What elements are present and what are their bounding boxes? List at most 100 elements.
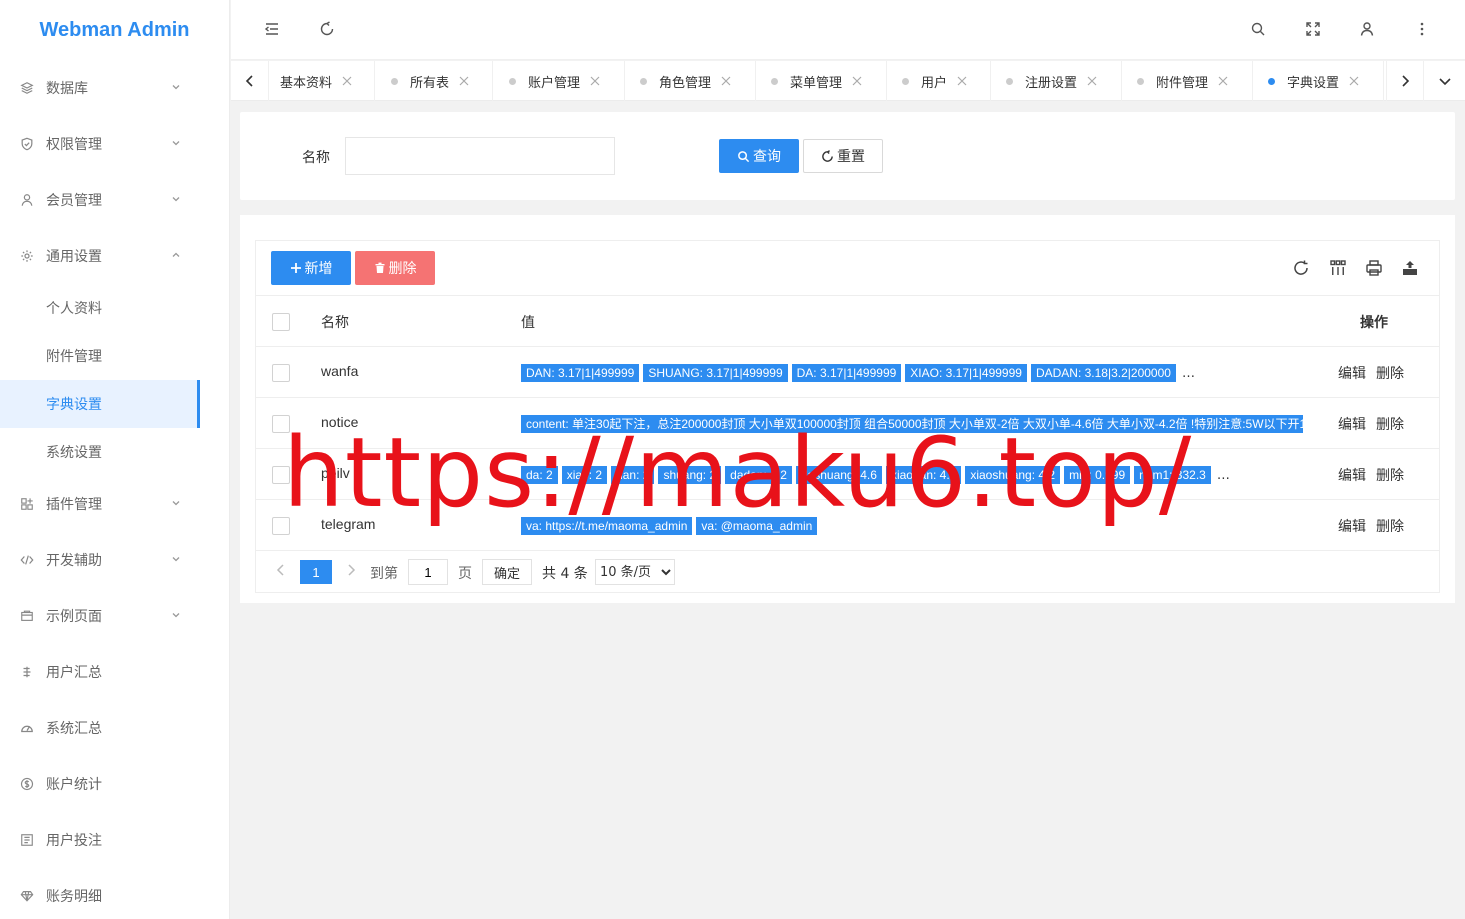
tab-scroll-right-icon[interactable] [1386, 61, 1424, 101]
sidebar-item-plugins[interactable]: 插件管理 [0, 476, 230, 532]
refresh-icon[interactable] [318, 20, 336, 38]
row-actions: 编辑 删除 [1338, 465, 1414, 485]
query-button[interactable]: 查询 [719, 139, 799, 173]
close-icon[interactable] [590, 76, 600, 86]
sidebar-item-database[interactable]: 数据库 [0, 60, 230, 116]
sidebar-item-label: 数据库 [46, 81, 88, 97]
batch-delete-button-label: 删除 [388, 261, 417, 277]
sidebar-item-label: 用户汇总 [46, 665, 102, 681]
name-label: 名称 [302, 150, 330, 166]
edit-link[interactable]: 编辑 [1338, 417, 1366, 433]
row-value: va: https://t.me/maoma_admin va: @maoma_… [521, 516, 1311, 536]
columns-icon[interactable] [1328, 258, 1348, 278]
chevron-down-icon [170, 609, 182, 621]
add-button[interactable]: 新增 [271, 251, 351, 285]
select-all-checkbox[interactable] [272, 313, 290, 331]
dollar-icon [20, 777, 34, 791]
delete-link[interactable]: 删除 [1376, 519, 1404, 535]
close-icon[interactable] [1349, 76, 1359, 86]
data-table-card: 新增 删除 名称 值 操作 wanfa DAN: 3.17|1|499999 S… [240, 215, 1455, 603]
tab-registration-settings[interactable]: 注册设置 [991, 61, 1122, 101]
sidebar-item-label: 用户投注 [46, 833, 102, 849]
reset-button-label: 重置 [837, 149, 865, 165]
sidebar-item-label: 通用设置 [46, 249, 102, 265]
chevron-down-icon [170, 497, 182, 509]
refresh-icon [822, 149, 833, 162]
tab-basic-profile[interactable]: 基本资料 [269, 61, 375, 101]
sidebar-item-ledger[interactable]: 账务明细 [0, 868, 230, 919]
close-icon[interactable] [342, 76, 352, 86]
tab-scroll-left-icon[interactable] [231, 61, 269, 101]
menu-fold-icon[interactable] [263, 20, 281, 38]
tab-account-management[interactable]: 账户管理 [493, 61, 625, 101]
page-size-select[interactable]: 10 条/页 [595, 559, 675, 585]
sidebar-subitem-profile[interactable]: 个人资料 [0, 284, 200, 332]
search-icon[interactable] [1249, 20, 1267, 38]
edit-link[interactable]: 编辑 [1338, 366, 1366, 382]
goto-page-input[interactable] [408, 559, 448, 585]
close-icon[interactable] [459, 76, 469, 86]
table-header: 名称 值 操作 [256, 296, 1439, 347]
close-icon[interactable] [1087, 76, 1097, 86]
delete-link[interactable]: 删除 [1376, 468, 1404, 484]
table-toolbar: 新增 删除 [256, 241, 1439, 296]
sidebar-item-examples[interactable]: 示例页面 [0, 588, 230, 644]
sidebar-subitem-dictionary[interactable]: 字典设置 [0, 380, 200, 428]
row-checkbox[interactable] [272, 517, 290, 535]
export-icon[interactable] [1400, 258, 1420, 278]
close-icon[interactable] [852, 76, 862, 86]
close-icon[interactable] [957, 76, 967, 86]
app-logo[interactable]: Webman Admin [0, 0, 229, 60]
pagination: 1 到第 页 确定 共 4 条 10 条/页 [256, 551, 1439, 593]
sidebar-item-user-summary[interactable]: 用户汇总 [0, 644, 230, 700]
tab-dropdown-icon[interactable] [1426, 61, 1464, 101]
tab-menu-management[interactable]: 菜单管理 [756, 61, 887, 101]
sidebar-subitem-system-settings[interactable]: 系统设置 [0, 428, 200, 476]
query-button-label: 查询 [753, 149, 781, 165]
name-search-input[interactable] [345, 137, 615, 175]
sidebar-subitem-attachments[interactable]: 附件管理 [0, 332, 200, 380]
table-refresh-icon[interactable] [1291, 258, 1311, 278]
sidebar-item-permissions[interactable]: 权限管理 [0, 116, 230, 172]
print-icon[interactable] [1364, 258, 1384, 278]
sidebar-subitem-label: 系统设置 [46, 445, 102, 461]
tab-attachment-management[interactable]: 附件管理 [1122, 61, 1253, 101]
value-tag: DADAN: 3.18|3.2|200000 [1030, 364, 1176, 382]
list-icon [20, 833, 34, 847]
edit-link[interactable]: 编辑 [1338, 468, 1366, 484]
reset-button[interactable]: 重置 [803, 139, 883, 173]
prev-page-icon[interactable] [274, 563, 288, 577]
close-icon[interactable] [721, 76, 731, 86]
sidebar-item-members[interactable]: 会员管理 [0, 172, 230, 228]
header-ops: 操作 [1360, 315, 1388, 331]
sidebar-item-dev-tools[interactable]: 开发辅助 [0, 532, 230, 588]
delete-link[interactable]: 删除 [1376, 366, 1404, 382]
goto-confirm-button[interactable]: 确定 [482, 559, 532, 585]
fullscreen-icon[interactable] [1304, 20, 1322, 38]
tab-users[interactable]: 用户 [887, 61, 991, 101]
delete-link[interactable]: 删除 [1376, 417, 1404, 433]
sidebar-item-general-settings[interactable]: 通用设置 [0, 228, 230, 284]
tab-dictionary-settings[interactable]: 字典设置 [1253, 61, 1384, 101]
trash-icon [375, 262, 384, 273]
row-checkbox[interactable] [272, 415, 290, 433]
batch-delete-button[interactable]: 删除 [355, 251, 435, 285]
tab-label: 角色管理 [659, 75, 712, 91]
row-name: telegram [321, 516, 376, 532]
current-page[interactable]: 1 [300, 560, 332, 584]
next-page-icon[interactable] [344, 563, 358, 577]
goto-label: 到第 [370, 566, 398, 582]
tab-all-tables[interactable]: 所有表 [375, 61, 493, 101]
search-form: 名称 查询 重置 [240, 112, 1455, 200]
edit-link[interactable]: 编辑 [1338, 519, 1366, 535]
sidebar-item-system-summary[interactable]: 系统汇总 [0, 700, 230, 756]
tab-role-management[interactable]: 角色管理 [625, 61, 756, 101]
more-vertical-icon[interactable] [1413, 20, 1431, 38]
sidebar-item-account-stats[interactable]: 账户统计 [0, 756, 230, 812]
close-icon[interactable] [1218, 76, 1228, 86]
row-checkbox[interactable] [272, 466, 290, 484]
user-icon[interactable] [1358, 20, 1376, 38]
sidebar-item-user-bets[interactable]: 用户投注 [0, 812, 230, 868]
table-row: telegram va: https://t.me/maoma_admin va… [256, 500, 1439, 551]
row-checkbox[interactable] [272, 364, 290, 382]
